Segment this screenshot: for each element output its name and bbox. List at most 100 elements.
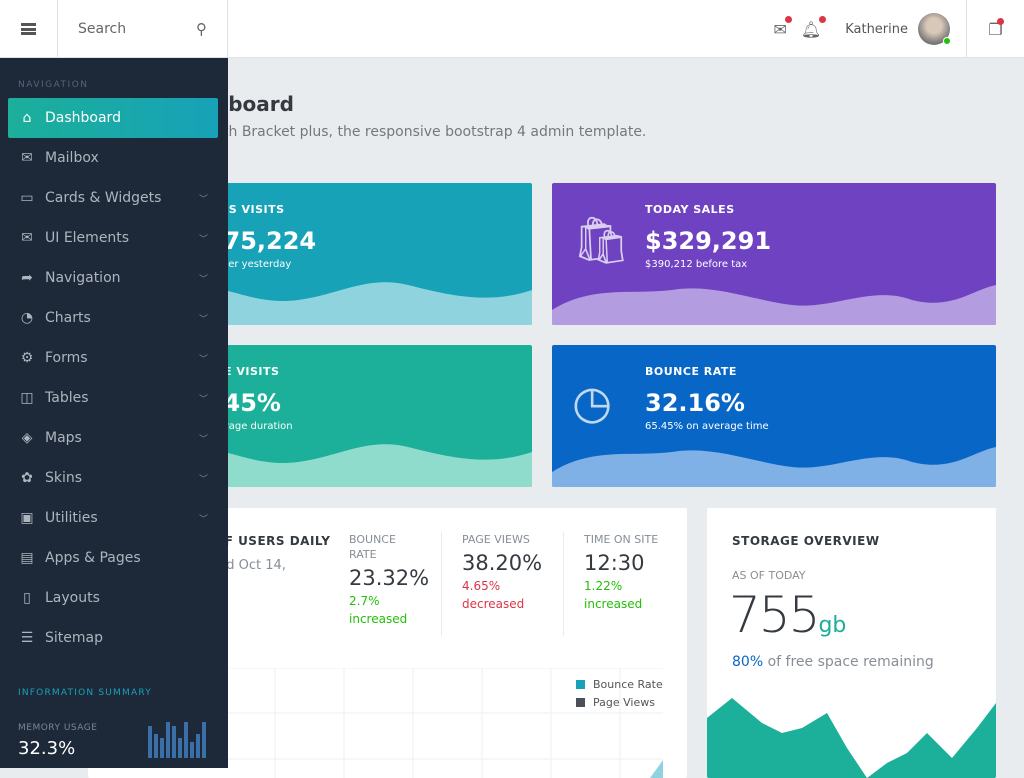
memory-bar	[202, 722, 206, 758]
chevron-down-icon: ﹀	[198, 474, 208, 485]
sidebar-item-cards-widgets[interactable]: ▭ Cards & Widgets ﹀	[8, 178, 218, 218]
sidebar-item-layouts[interactable]: ▯ Layouts	[8, 578, 218, 618]
divider	[441, 532, 442, 636]
sidebar-item-navigation[interactable]: ➦ Navigation ﹀	[8, 258, 218, 298]
storage-subtitle: AS OF TODAY	[732, 569, 806, 582]
chevron-down-icon: ﹀	[198, 274, 208, 285]
sidebar-item-forms[interactable]: ⚙ Forms ﹀	[8, 338, 218, 378]
sidebar-item-tables[interactable]: ◫ Tables ﹀	[8, 378, 218, 418]
metric-direction: increased	[584, 597, 643, 611]
sidebar-item-apps-pages[interactable]: ▤ Apps & Pages	[8, 538, 218, 578]
memory-bar	[148, 726, 152, 758]
notification-dot	[819, 15, 827, 23]
sidebar-item-label: Forms	[45, 350, 88, 366]
user-name[interactable]: Katherine	[845, 22, 908, 37]
sidebar-item-label: Charts	[45, 310, 91, 326]
metric-bounce-rate: BOUNCE RATE 23.32% 2.7% increased	[349, 532, 430, 628]
menu-toggle-button[interactable]	[0, 0, 58, 58]
stat-card: ◷ BOUNCE RATE 32.16% 65.45% on average t…	[552, 345, 996, 487]
sidebar-item-label: Navigation	[45, 270, 121, 286]
sidebar-item-label: Tables	[45, 390, 89, 406]
sidebar-item-label: Cards & Widgets	[45, 190, 162, 206]
memory-bar	[178, 738, 182, 758]
legend-label: Bounce Rate	[593, 678, 663, 691]
share-icon: ➦	[21, 270, 33, 286]
storage-unit: gb	[818, 613, 847, 638]
storage-chart	[707, 698, 996, 778]
storage-number: 755	[729, 586, 820, 644]
metric-label: BOUNCE RATE	[349, 533, 396, 561]
metric-value: 23.32%	[349, 566, 430, 590]
online-status-icon	[943, 37, 951, 45]
compass-icon: ◈	[21, 430, 33, 446]
metric-time-on-site: TIME ON SITE 12:30 1.22% increased	[584, 532, 658, 613]
sidebar-item-maps[interactable]: ◈ Maps ﹀	[8, 418, 218, 458]
metric-change: 1.22%	[584, 579, 623, 593]
storage-panel: STORAGE OVERVIEW AS OF TODAY 755gb 80% o…	[707, 508, 996, 778]
stat-card: 🛍 TODAY SALES $329,291 $390,212 before t…	[552, 183, 996, 325]
home-icon: ⌂	[22, 110, 32, 126]
sidebar-item-label: Skins	[45, 470, 83, 486]
sidebar-item-label: Layouts	[45, 590, 100, 606]
memory-label: MEMORY USAGE	[18, 723, 98, 733]
nav-section-label: NAVIGATION	[18, 80, 89, 90]
metric-value: 38.20%	[462, 551, 543, 575]
mail-icon[interactable]: ✉	[773, 15, 792, 39]
storage-pct: 80%	[732, 654, 764, 670]
avatar[interactable]	[918, 13, 951, 45]
search-icon[interactable]: ⚲	[196, 20, 207, 38]
chart-legend: Bounce Rate Page Views	[576, 676, 663, 712]
sidebar-item-label: Utilities	[45, 510, 98, 526]
memory-bar	[196, 734, 200, 758]
search-input[interactable]: Search ⚲	[58, 0, 228, 58]
metric-label: PAGE VIEWS	[462, 533, 530, 546]
stat-label: BOUNCE RATE	[645, 365, 737, 378]
sidebar-item-ui-elements[interactable]: ✉ UI Elements ﹀	[8, 218, 218, 258]
memory-bar	[166, 722, 170, 758]
chevron-down-icon: ﹀	[198, 354, 208, 365]
sidebar-item-label: Mailbox	[45, 150, 99, 166]
memory-sparkline	[148, 722, 206, 758]
storage-title: STORAGE OVERVIEW	[732, 534, 880, 548]
sidebar-item-mailbox[interactable]: ✉ Mailbox	[8, 138, 218, 178]
sidebar-item-charts[interactable]: ◔ Charts ﹀	[8, 298, 218, 338]
sidebar-item-utilities[interactable]: ▣ Utilities ﹀	[8, 498, 218, 538]
memory-bar	[190, 742, 194, 758]
sidebar-item-skins[interactable]: ✿ Skins ﹀	[8, 458, 218, 498]
legend-item: Page Views	[576, 694, 663, 712]
stat-value: 32.16%	[645, 389, 745, 417]
sidebar-item-label: Maps	[45, 430, 82, 446]
notification-dot	[997, 18, 1004, 25]
metric-change: 2.7%	[349, 594, 380, 608]
envelope-open-icon: ✉	[21, 230, 33, 246]
metric-page-views: PAGE VIEWS 38.20% 4.65% decreased	[462, 532, 542, 613]
stat-wave	[552, 285, 996, 325]
sidebar-item-label: Sitemap	[45, 630, 103, 646]
legend-label: Page Views	[593, 696, 655, 709]
sidebar-item-dashboard[interactable]: ⌂ Dashboard	[8, 98, 218, 138]
metric-label: TIME ON SITE	[584, 533, 659, 546]
sidebar-item-label: UI Elements	[45, 230, 130, 246]
sidebar-item-sitemap[interactable]: ☰ Sitemap	[8, 618, 218, 658]
menu-icon	[21, 23, 36, 35]
metric-change: 4.65%	[462, 579, 501, 593]
storage-area	[707, 698, 996, 778]
bell-icon[interactable]: 🔔︎	[801, 15, 827, 39]
legend-swatch	[576, 698, 585, 707]
memory-bar	[172, 726, 176, 758]
stat-label: TODAY SALES	[645, 203, 735, 216]
metric-value: 12:30	[584, 551, 645, 575]
chevron-down-icon: ﹀	[198, 194, 208, 205]
storage-pct-text: of free space remaining	[767, 654, 934, 670]
clock-icon: ◷	[572, 375, 613, 429]
memory-bar	[154, 734, 158, 758]
book-icon: ▯	[23, 590, 31, 606]
pie-chart-icon: ◔	[20, 310, 34, 326]
chat-button[interactable]: ❐	[966, 0, 1024, 58]
chevron-down-icon: ﹀	[198, 514, 208, 525]
notification-dot	[784, 15, 792, 23]
memory-bar	[184, 722, 188, 758]
metric-direction: increased	[349, 612, 408, 626]
table-icon: ◫	[20, 390, 34, 406]
list-icon: ▤	[20, 550, 34, 566]
